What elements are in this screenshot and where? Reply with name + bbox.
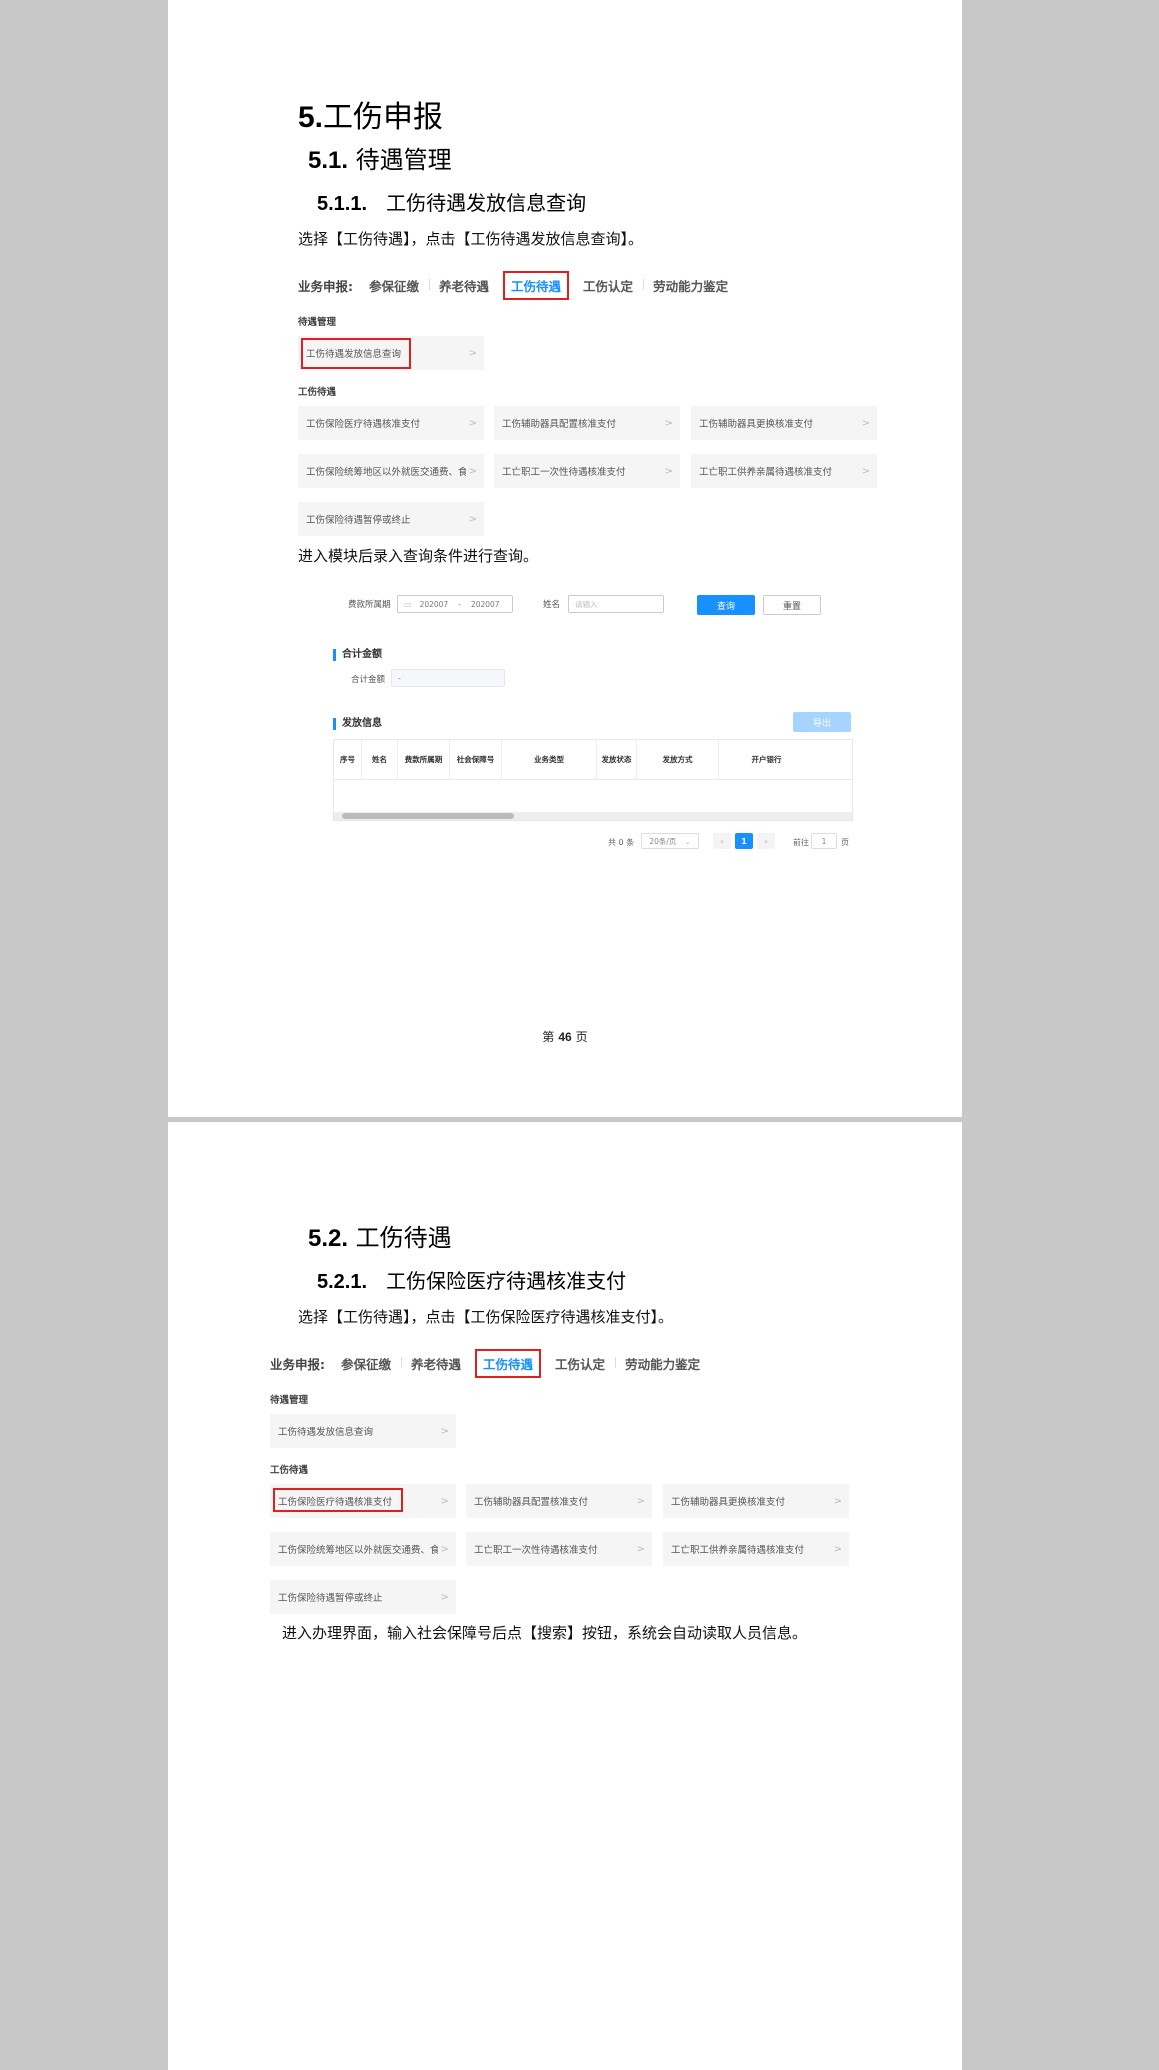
document-page-46: 5.工伤申报 5.1. 待遇管理 5.1.1. 工伤待遇发放信息查询 选择【工伤… <box>168 0 962 1117</box>
chevron-right-icon: > <box>833 1495 842 1507</box>
export-button[interactable]: 导出 <box>793 712 851 732</box>
column-header: 业务类型 <box>502 740 597 779</box>
heading-level2: 5.2. 工伤待遇 <box>308 1224 452 1252</box>
business-nav: 业务申报: 参保征缴 养老待遇 工伤待遇 工伤认定 劳动能力鉴定 <box>270 1348 710 1378</box>
instruction-paragraph: 选择【工伤待遇】，点击【工伤保险医疗待遇核准支付】。 <box>298 1308 674 1326</box>
chevron-right-icon: > <box>468 465 477 477</box>
nav-item-contribution[interactable]: 参保征缴 <box>359 276 429 295</box>
column-header: 开户银行 <box>751 755 782 764</box>
menu-card-device-replace[interactable]: 工伤辅助器具更换核准支付 > <box>691 406 877 440</box>
nav-item-injury-certification[interactable]: 工伤认定 <box>573 276 643 295</box>
chevron-right-icon: > <box>440 1425 449 1437</box>
menu-card-dependents[interactable]: 工亡职工供养亲属待遇核准支付 > <box>691 454 877 488</box>
chevron-right-icon: > <box>468 347 477 359</box>
chevron-right-icon: > <box>440 1543 449 1555</box>
chevron-right-icon: > <box>468 417 477 429</box>
issue-section-title: 发放信息 <box>333 718 382 730</box>
search-button[interactable]: 查询 <box>697 595 755 615</box>
section-label-injury-benefits: 工伤待遇 <box>298 387 337 398</box>
nav-item-pension[interactable]: 养老待遇 <box>429 276 499 295</box>
query-screenshot: 费款所属期 ▭ 202007 - 202007 姓名 请输入 查询 重置 合计金… <box>333 585 893 875</box>
goto-page-input[interactable]: 1 <box>811 833 837 849</box>
chevron-right-icon: > <box>636 1543 645 1555</box>
calendar-icon: ▭ <box>404 599 412 609</box>
menu-card-issue-query[interactable]: 工伤待遇发放信息查询 > <box>270 1414 456 1448</box>
menu-screenshot: 业务申报: 参保征缴 养老待遇 工伤待遇 工伤认定 劳动能力鉴定 待遇管理 工伤… <box>298 270 898 536</box>
nav-item-work-ability[interactable]: 劳动能力鉴定 <box>643 276 738 295</box>
chevron-right-icon: > <box>833 1543 842 1555</box>
menu-card-travel-expense[interactable]: 工伤保险统筹地区以外就医交通费、食宿...> <box>298 454 484 488</box>
nav-prefix: 业务申报: <box>270 1356 325 1372</box>
chevron-right-icon: > <box>468 513 477 525</box>
section-label-benefit-management: 待遇管理 <box>270 1395 309 1406</box>
total-amount-field: - <box>391 669 505 687</box>
page-footer: 第 46 页 <box>542 1030 588 1044</box>
column-header: 发放方式 <box>637 740 719 779</box>
column-header: 发放状态 <box>597 740 637 779</box>
heading-level3: 5.2.1. 工伤保险医疗待遇核准支付 <box>317 1269 627 1293</box>
menu-card-death-lump-sum[interactable]: 工亡职工一次性待遇核准支付 > <box>466 1532 652 1566</box>
nav-item-contribution[interactable]: 参保征缴 <box>331 1354 401 1373</box>
chevron-right-icon: > <box>664 465 673 477</box>
table-header: 序号 姓名 费款所属期 社会保障号 业务类型 发放状态 发放方式 开户银行 <box>334 740 852 780</box>
page-number-current[interactable]: 1 <box>735 833 753 849</box>
name-input[interactable]: 请输入 <box>568 595 664 613</box>
menu-card-travel-expense[interactable]: 工伤保险统筹地区以外就医交通费、食宿...> <box>270 1532 456 1566</box>
column-header: 序号 <box>334 740 362 779</box>
nav-item-injury-benefits[interactable]: 工伤待遇 <box>503 270 570 300</box>
chevron-right-icon: > <box>664 417 673 429</box>
instruction-paragraph-2: 进入模块后录入查询条件进行查询。 <box>298 547 539 565</box>
instruction-paragraph: 选择【工伤待遇】，点击【工伤待遇发放信息查询】。 <box>298 230 644 248</box>
issue-table: 序号 姓名 费款所属期 社会保障号 业务类型 发放状态 发放方式 开户银行 <box>333 739 853 821</box>
chevron-down-icon: ⌄ <box>684 836 691 846</box>
chevron-right-icon: > <box>861 465 870 477</box>
section-label-benefit-management: 待遇管理 <box>298 317 337 328</box>
menu-card-suspend[interactable]: 工伤保险待遇暂停或终止 > <box>270 1580 456 1614</box>
goto-label: 前往 <box>793 838 809 847</box>
chevron-right-icon: > <box>861 417 870 429</box>
column-header: 社会保障号 <box>450 740 502 779</box>
period-label: 费款所属期 <box>348 600 391 610</box>
nav-prefix: 业务申报: <box>298 278 353 294</box>
highlight-box <box>273 1488 403 1512</box>
reset-button[interactable]: 重置 <box>763 595 821 615</box>
chevron-right-icon: > <box>440 1495 449 1507</box>
nav-item-pension[interactable]: 养老待遇 <box>401 1354 471 1373</box>
column-header: 费款所属期 <box>398 740 450 779</box>
menu-card-device-config[interactable]: 工伤辅助器具配置核准支付 > <box>466 1484 652 1518</box>
instruction-paragraph-2: 进入办理界面，输入社会保障号后点【搜索】按钮，系统会自动读取人员信息。 <box>282 1624 808 1642</box>
menu-card-suspend[interactable]: 工伤保险待遇暂停或终止 > <box>298 502 484 536</box>
period-range-input[interactable]: ▭ 202007 - 202007 <box>397 595 513 613</box>
document-page-47: 5.2. 工伤待遇 5.2.1. 工伤保险医疗待遇核准支付 选择【工伤待遇】，点… <box>168 1122 962 2070</box>
column-header: 姓名 <box>362 740 398 779</box>
scrollbar-thumb[interactable] <box>342 813 514 819</box>
menu-screenshot-2: 业务申报: 参保征缴 养老待遇 工伤待遇 工伤认定 劳动能力鉴定 待遇管理 工伤… <box>270 1348 870 1614</box>
menu-card-dependents[interactable]: 工亡职工供养亲属待遇核准支付 > <box>663 1532 849 1566</box>
menu-card-device-config[interactable]: 工伤辅助器具配置核准支付 > <box>494 406 680 440</box>
page-size-select[interactable]: 20条/页 ⌄ <box>641 833 699 849</box>
total-amount-label: 合计金额 <box>351 675 386 685</box>
chevron-right-icon: > <box>636 1495 645 1507</box>
nav-item-work-ability[interactable]: 劳动能力鉴定 <box>615 1354 710 1373</box>
heading-level1: 5.工伤申报 <box>298 100 444 135</box>
menu-card-death-lump-sum[interactable]: 工亡职工一次性待遇核准支付 > <box>494 454 680 488</box>
total-count: 共 0 条 <box>608 838 635 847</box>
prev-page-button[interactable]: ‹ <box>713 833 731 849</box>
chevron-right-icon: > <box>440 1591 449 1603</box>
heading-level3: 5.1.1. 工伤待遇发放信息查询 <box>317 191 587 215</box>
total-section-title: 合计金额 <box>333 649 382 661</box>
nav-item-injury-certification[interactable]: 工伤认定 <box>545 1354 615 1373</box>
highlight-box <box>301 338 411 369</box>
nav-item-injury-benefits[interactable]: 工伤待遇 <box>475 1348 542 1378</box>
name-label: 姓名 <box>543 600 561 610</box>
menu-card-device-replace[interactable]: 工伤辅助器具更换核准支付 > <box>663 1484 849 1518</box>
heading-level2: 5.1. 待遇管理 <box>308 146 452 174</box>
business-nav: 业务申报: 参保征缴 养老待遇 工伤待遇 工伤认定 劳动能力鉴定 <box>298 270 738 300</box>
page-unit: 页 <box>841 838 849 847</box>
menu-card-medical-payment[interactable]: 工伤保险医疗待遇核准支付 > <box>298 406 484 440</box>
next-page-button[interactable]: › <box>757 833 775 849</box>
section-label-injury-benefits: 工伤待遇 <box>270 1465 309 1476</box>
